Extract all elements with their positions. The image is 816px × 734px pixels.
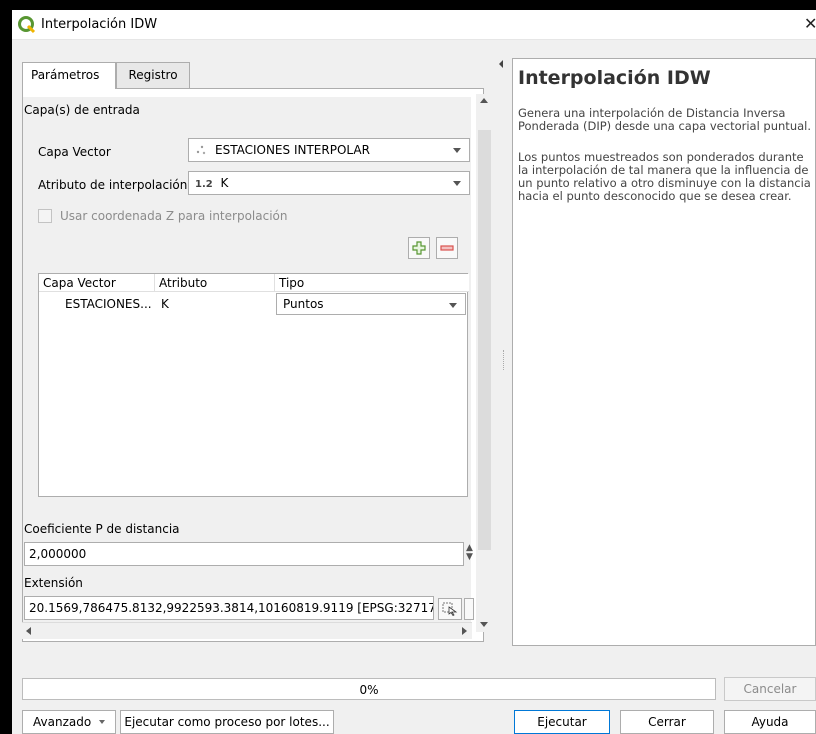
distance-coef-input[interactable]: 2,000000: [24, 542, 464, 566]
scroll-down-icon[interactable]: [480, 622, 488, 627]
tab-parametros[interactable]: Parámetros: [22, 62, 116, 89]
extent-input[interactable]: 20.1569,786475.8132,9922593.3814,1016081…: [24, 596, 434, 620]
scroll-thumb[interactable]: [478, 130, 491, 550]
row-layer-cell: ESTACIONES...: [65, 297, 152, 311]
close-icon[interactable]: ✕: [804, 14, 816, 34]
row-type-combo[interactable]: Puntos: [276, 293, 466, 315]
advanced-button[interactable]: Avanzado: [22, 710, 116, 734]
extent-label: Extensión: [24, 576, 83, 590]
point-layer-icon: [196, 145, 206, 155]
attribute-value: K: [220, 176, 229, 190]
distance-coef-value: 2,000000: [29, 547, 87, 561]
vector-layer-label: Capa Vector: [38, 145, 111, 159]
numeric-field-icon: 1.2: [195, 179, 213, 190]
scroll-left-icon[interactable]: [26, 627, 31, 635]
run-button[interactable]: Ejecutar: [514, 710, 610, 734]
attribute-label: Atributo de interpolación: [38, 178, 188, 192]
window-title: Interpolación IDW: [41, 17, 158, 32]
extent-value: 20.1569,786475.8132,9922593.3814,1016081…: [29, 601, 434, 615]
advanced-label: Avanzado: [33, 715, 92, 729]
vector-layer-combo[interactable]: ESTACIONES INTERPOLAR: [188, 138, 470, 162]
layers-table: Capa Vector Atributo Tipo ESTACIONES... …: [38, 273, 469, 497]
input-section-header: Capa(s) de entrada: [24, 103, 140, 117]
table-header-attribute[interactable]: Atributo: [155, 274, 275, 292]
help-panel: Interpolación IDW Genera una interpolaci…: [512, 58, 816, 646]
add-row-button[interactable]: [408, 237, 430, 259]
row-type-value: Puntos: [283, 297, 324, 311]
params-horizontal-scrollbar[interactable]: [22, 622, 472, 639]
attribute-combo[interactable]: 1.2 K: [188, 171, 470, 195]
params-vertical-scrollbar[interactable]: [476, 94, 493, 632]
add-row-icon: [412, 241, 426, 255]
map-select-icon: [442, 602, 458, 616]
batch-process-button[interactable]: Ejecutar como proceso por lotes...: [120, 710, 334, 734]
chevron-down-icon: [99, 720, 106, 724]
scroll-right-icon[interactable]: [462, 627, 467, 635]
help-title: Interpolación IDW: [518, 67, 711, 89]
help-button[interactable]: Ayuda: [724, 710, 816, 734]
dropdown-arrow-icon: [449, 303, 457, 308]
dropdown-arrow-icon: [453, 148, 461, 153]
table-header-layer[interactable]: Capa Vector: [39, 274, 155, 292]
cancel-button[interactable]: Cancelar: [724, 677, 816, 701]
splitter-handle[interactable]: [503, 350, 505, 370]
use-z-label: Usar coordenada Z para interpolación: [60, 209, 288, 223]
collapse-help-icon[interactable]: [499, 60, 503, 68]
scroll-up-icon[interactable]: [480, 98, 488, 103]
use-z-checkbox[interactable]: [38, 209, 52, 223]
progress-bar: 0%: [22, 678, 716, 700]
remove-row-icon: [440, 245, 454, 251]
remove-row-button[interactable]: [436, 237, 458, 259]
table-row[interactable]: ESTACIONES... K Puntos: [39, 292, 467, 316]
progress-text: 0%: [359, 683, 379, 697]
help-paragraph-1: Genera una interpolación de Distancia In…: [518, 106, 812, 133]
qgis-logo-icon: [18, 16, 36, 34]
map-select-button[interactable]: [438, 598, 462, 620]
dialog-window: Interpolación IDW ✕ Parámetros Registro …: [12, 10, 816, 734]
row-attribute-cell: K: [161, 297, 169, 311]
title-bar: Interpolación IDW ✕: [12, 10, 816, 40]
extent-menu-button[interactable]: [464, 598, 474, 620]
table-header-type[interactable]: Tipo: [275, 274, 469, 292]
dropdown-arrow-icon: [453, 181, 461, 186]
help-paragraph-2: Los puntos muestreados son ponderados du…: [518, 150, 811, 203]
vector-layer-value: ESTACIONES INTERPOLAR: [215, 143, 370, 157]
spin-arrows-icon[interactable]: ▲ ▼: [466, 544, 476, 564]
tab-registro[interactable]: Registro: [116, 62, 190, 88]
distance-coef-label: Coeficiente P de distancia: [24, 522, 180, 536]
close-button[interactable]: Cerrar: [620, 710, 714, 734]
